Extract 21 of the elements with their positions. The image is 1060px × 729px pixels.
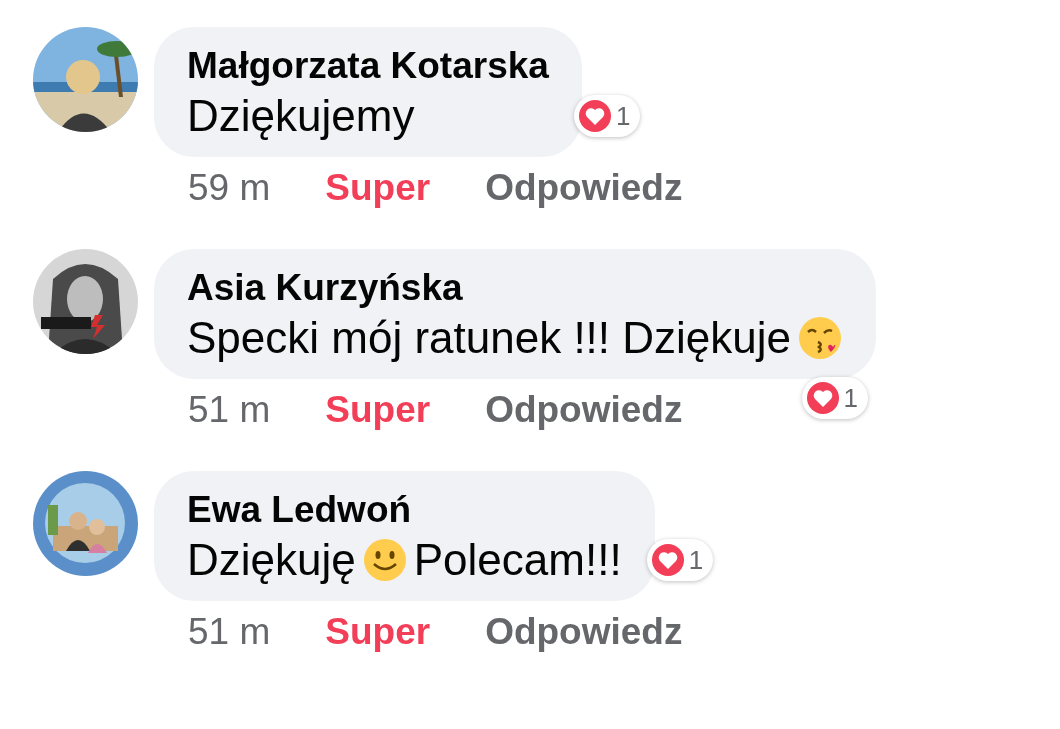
like-link[interactable]: Super bbox=[325, 389, 431, 431]
author-name[interactable]: Asia Kurzyńska bbox=[187, 267, 844, 309]
reaction-badge[interactable]: 1 bbox=[801, 377, 869, 419]
timestamp: 51 m bbox=[188, 611, 271, 653]
like-link[interactable]: Super bbox=[325, 611, 431, 653]
kissing-face-icon bbox=[797, 315, 844, 361]
comment-text: Dziękuję bbox=[187, 535, 356, 585]
smiling-face-icon bbox=[361, 537, 408, 583]
author-name[interactable]: Małgorzata Kotarska bbox=[187, 45, 549, 87]
reply-link[interactable]: Odpowiedz bbox=[485, 611, 683, 653]
reaction-badge[interactable]: 1 bbox=[573, 95, 641, 137]
reaction-badge[interactable]: 1 bbox=[646, 539, 714, 581]
timestamp: 51 m bbox=[188, 389, 271, 431]
author-name[interactable]: Ewa Ledwoń bbox=[187, 489, 622, 531]
reply-link[interactable]: Odpowiedz bbox=[485, 167, 683, 209]
timestamp: 59 m bbox=[188, 167, 271, 209]
comment-text: Dziękujemy bbox=[187, 91, 415, 141]
reply-link[interactable]: Odpowiedz bbox=[485, 389, 683, 431]
comment-text: Polecam!!! bbox=[413, 535, 622, 585]
comment-text: Specki mój ratunek !!! Dziękuje bbox=[187, 313, 792, 363]
like-link[interactable]: Super bbox=[325, 167, 431, 209]
